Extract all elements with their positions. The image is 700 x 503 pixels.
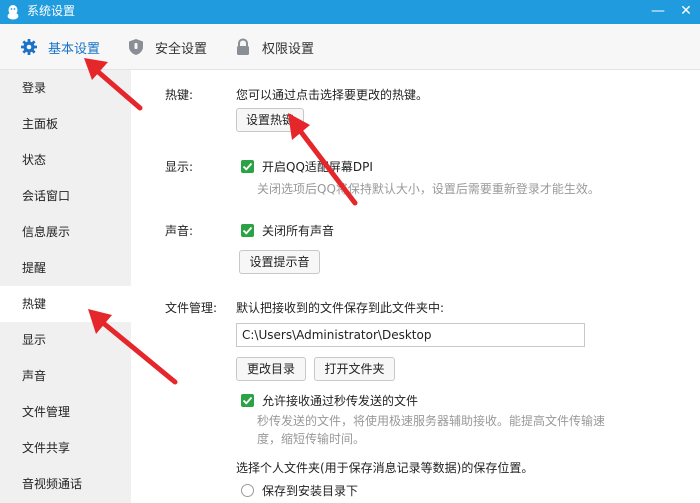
minimize-button[interactable]: — [644,0,672,24]
penguin-icon [7,5,19,20]
settings-content: 热键: 您可以通过点击选择要更改的热键。 设置热键 显示: 开启QQ适配屏幕DP… [131,70,700,503]
shield-icon [129,39,143,55]
tab-label: 基本设置 [48,41,101,57]
install-dir-radio-label: 保存到安装目录下 [262,484,359,498]
sidebar-item-sound[interactable]: 声音 [0,358,131,394]
close-button[interactable]: ✕ [672,0,700,24]
set-alert-sound-button[interactable]: 设置提示音 [239,250,320,274]
sidebar-item-login[interactable]: 登录 [0,70,131,106]
checkmark-icon [242,162,253,171]
fast-transfer-label: 允许接收通过秒传发送的文件 [262,394,419,408]
open-folder-button[interactable]: 打开文件夹 [314,357,395,381]
settings-tab-bar: 基本设置 安全设置 权限设置 [0,24,700,70]
fast-transfer-checkbox[interactable] [241,394,254,407]
mute-all-label: 关闭所有声音 [262,224,335,238]
checkmark-icon [242,396,253,405]
dpi-checkbox[interactable] [241,160,254,173]
file-management-section-label: 文件管理: [165,301,218,315]
sidebar-item-chat-window[interactable]: 会话窗口 [0,178,131,214]
personal-folder-label: 选择个人文件夹(用于保存消息记录等数据)的保存位置。 [236,461,534,475]
lock-icon [237,38,249,55]
sidebar-item-hotkey[interactable]: 热键 [0,286,131,322]
sidebar-item-reminder[interactable]: 提醒 [0,250,131,286]
sidebar-item-av-call[interactable]: 音视频通话 [0,466,131,502]
set-hotkey-button[interactable]: 设置热键 [236,108,304,132]
checkmark-icon [242,226,253,235]
fast-transfer-hint-line2: 度，缩短传输时间。 [257,432,366,446]
hotkey-section-label: 热键: [165,88,194,102]
dpi-checkbox-label: 开启QQ适配屏幕DPI [262,160,373,174]
window-title: 系统设置 [27,4,76,18]
sidebar-item-file-management[interactable]: 文件管理 [0,394,131,430]
sidebar-item-status[interactable]: 状态 [0,142,131,178]
display-section-label: 显示: [165,160,194,174]
install-dir-radio[interactable] [241,484,254,497]
sidebar-item-info-display[interactable]: 信息展示 [0,214,131,250]
title-bar: 系统设置 — ✕ [0,0,700,24]
sound-section-label: 声音: [165,224,194,238]
settings-sidebar: 登录 主面板 状态 会话窗口 信息展示 提醒 热键 显示 声音 文件管理 文件共… [0,70,131,503]
fast-transfer-hint-line1: 秒传发送的文件，将使用极速服务器辅助接收。能提高文件传输速 [257,414,606,428]
dpi-hint: 关闭选项后QQ将保持默认大小，设置后需要重新登录才能生效。 [257,182,600,196]
sidebar-item-file-sharing[interactable]: 文件共享 [0,430,131,466]
download-path-field[interactable]: C:\Users\Administrator\Desktop [236,323,585,347]
tab-label: 权限设置 [262,41,315,57]
change-directory-button[interactable]: 更改目录 [236,357,306,381]
tab-basic-settings[interactable]: 基本设置 [20,24,100,70]
tab-label: 安全设置 [155,41,208,57]
sidebar-item-display[interactable]: 显示 [0,322,131,358]
gear-icon [21,39,37,55]
hotkey-description: 您可以通过点击选择要更改的热键。 [236,88,429,102]
file-management-description: 默认把接收到的文件保存到此文件夹中: [236,301,445,315]
tab-security-settings[interactable]: 安全设置 [127,24,207,70]
tab-permission-settings[interactable]: 权限设置 [234,24,314,70]
mute-all-checkbox[interactable] [241,224,254,237]
sidebar-item-main-panel[interactable]: 主面板 [0,106,131,142]
